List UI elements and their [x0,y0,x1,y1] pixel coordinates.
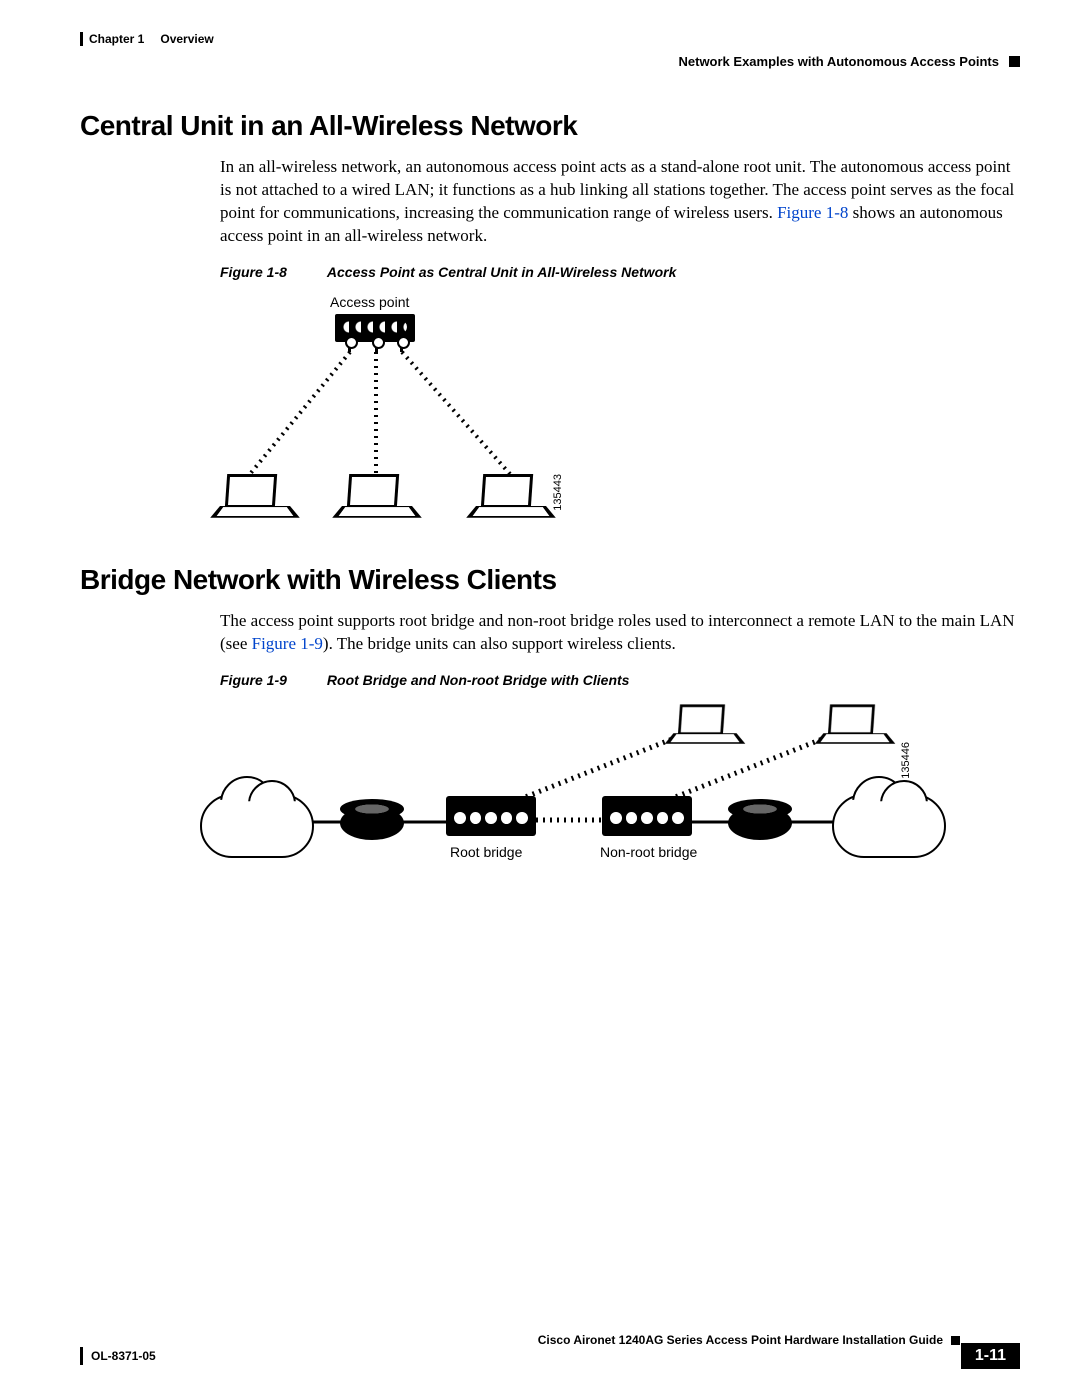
figure-1-8-caption: Figure 1-8 Access Point as Central Unit i… [220,264,1020,280]
root-bridge-icon [446,806,536,836]
chapter-number: Chapter 1 [89,32,144,46]
figure-1-8-caption-text: Access Point as Central Unit in All-Wire… [327,264,676,280]
router-icon [340,806,404,840]
laptop-icon [220,474,290,522]
section1-heading: Central Unit in an All-Wireless Network [80,110,1020,142]
section1-paragraph: In an all-wireless network, an autonomou… [220,156,1020,248]
nonroot-bridge-icon [602,806,692,836]
header-right: Network Examples with Autonomous Access … [679,54,1021,69]
page-header: Chapter 1 Overview Network Examples with… [80,32,1020,46]
section2-text-b: ). The bridge units can also support wir… [323,634,676,653]
header-bar-icon [80,32,83,46]
footer-guide-title: Cisco Aironet 1240AG Series Access Point… [538,1333,960,1347]
section2-paragraph: The access point supports root bridge an… [220,610,1020,656]
figure-1-9-id: 135446 [900,742,912,779]
laptop-icon [824,704,887,747]
guide-title-text: Cisco Aironet 1240AG Series Access Point… [538,1333,943,1347]
figure-1-9-caption: Figure 1-9 Root Bridge and Non-root Bridg… [220,672,1020,688]
laptop-icon [342,474,412,522]
footer-bar-icon [80,1347,83,1365]
laptop-icon [476,474,546,522]
footer-doc-number: OL-8371-05 [80,1347,156,1365]
cloud-icon [832,794,946,858]
section2-heading: Bridge Network with Wireless Clients [80,564,1020,596]
page-footer: Cisco Aironet 1240AG Series Access Point… [80,1337,1020,1369]
content: Central Unit in an All-Wireless Network … [80,110,1020,932]
header-square-icon [1009,56,1020,67]
section-path: Network Examples with Autonomous Access … [679,54,1000,69]
router-icon [728,806,792,840]
header-left: Chapter 1 Overview [80,32,1020,46]
figure-1-8: Access point [220,294,1020,534]
figure-1-8-number: Figure 1-8 [220,264,287,280]
cloud-icon [200,794,314,858]
doc-number-text: OL-8371-05 [91,1349,156,1363]
figure-1-9: Root bridge Non-root bridge 135446 [220,702,1020,902]
footer-square-icon [951,1336,960,1345]
page-number: 1-11 [961,1343,1020,1369]
figure-1-8-id: 135443 [552,474,564,511]
figure-1-9-link[interactable]: Figure 1-9 [252,634,323,653]
root-bridge-label: Root bridge [450,844,522,860]
figure-1-8-link[interactable]: Figure 1-8 [777,203,848,222]
laptop-icon [674,704,737,747]
page: Chapter 1 Overview Network Examples with… [0,0,1080,1397]
figure-1-9-number: Figure 1-9 [220,672,287,688]
nonroot-bridge-label: Non-root bridge [600,844,697,860]
figure-1-9-caption-text: Root Bridge and Non-root Bridge with Cli… [327,672,630,688]
chapter-title: Overview [160,32,213,46]
